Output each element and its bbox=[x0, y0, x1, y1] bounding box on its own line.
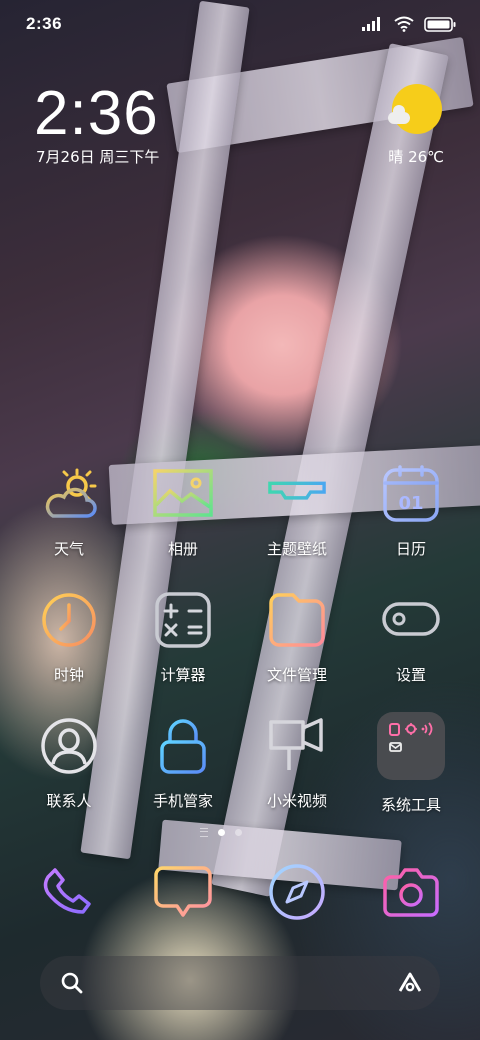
status-bar: 2:36 bbox=[0, 0, 480, 50]
app-label: 日历 bbox=[395, 540, 426, 558]
app-contacts[interactable]: 联系人 bbox=[12, 714, 126, 824]
app-gallery[interactable]: 相册 bbox=[126, 462, 240, 572]
app-label: 手机管家 bbox=[152, 792, 213, 810]
dock-phone[interactable] bbox=[12, 860, 126, 930]
contacts-icon bbox=[39, 716, 99, 776]
dock-camera[interactable] bbox=[354, 860, 468, 930]
calculator-icon bbox=[153, 590, 213, 650]
clock-icon bbox=[39, 590, 99, 650]
app-label: 设置 bbox=[395, 666, 426, 684]
themes-icon bbox=[267, 464, 327, 524]
status-icons bbox=[362, 16, 456, 32]
app-security[interactable]: 手机管家 bbox=[126, 714, 240, 824]
phone-icon bbox=[39, 862, 99, 922]
dock-messages[interactable] bbox=[126, 860, 240, 930]
app-label: 文件管理 bbox=[266, 666, 327, 684]
app-calculator[interactable]: 计算器 bbox=[126, 588, 240, 698]
app-label: 相册 bbox=[167, 540, 198, 558]
search-bar[interactable] bbox=[40, 956, 440, 1010]
app-label: 主题壁纸 bbox=[266, 540, 327, 558]
app-calendar[interactable]: 01 日历 bbox=[354, 462, 468, 572]
messages-icon bbox=[153, 862, 213, 922]
assistant-icon[interactable] bbox=[396, 970, 424, 994]
camera-icon bbox=[381, 862, 441, 922]
system-tools-folder-icon bbox=[377, 712, 445, 780]
calendar-day: 01 bbox=[398, 493, 423, 514]
page-dot-active bbox=[218, 829, 225, 836]
app-themes[interactable]: 主题壁纸 bbox=[240, 462, 354, 572]
wifi-icon bbox=[394, 16, 414, 32]
cloud-shape bbox=[388, 105, 410, 124]
app-label: 天气 bbox=[53, 540, 84, 558]
page-indicator[interactable] bbox=[200, 828, 242, 837]
battery-icon bbox=[424, 16, 456, 32]
weather-icon bbox=[39, 464, 99, 524]
app-label: 小米视频 bbox=[266, 792, 327, 810]
status-time: 2:36 bbox=[26, 14, 63, 33]
app-label: 系统工具 bbox=[380, 796, 441, 814]
dock-browser[interactable] bbox=[240, 860, 354, 930]
page-dot bbox=[235, 829, 242, 836]
app-weather[interactable]: 天气 bbox=[12, 462, 126, 572]
lockscreen-clock[interactable]: 2:36 bbox=[34, 78, 159, 149]
weather-label: 晴 26℃ bbox=[388, 148, 444, 166]
search-icon[interactable] bbox=[60, 971, 84, 995]
app-label: 时钟 bbox=[53, 666, 84, 684]
app-settings[interactable]: 设置 bbox=[354, 588, 468, 698]
folder-icon bbox=[267, 590, 327, 650]
browser-compass-icon bbox=[267, 862, 327, 922]
app-clock[interactable]: 时钟 bbox=[12, 588, 126, 698]
app-file-manager[interactable]: 文件管理 bbox=[240, 588, 354, 698]
page-list-icon bbox=[200, 828, 208, 837]
signal-icon bbox=[362, 17, 380, 31]
security-lock-icon bbox=[153, 716, 213, 776]
date-label: 7月26日 周三下午 bbox=[36, 148, 160, 166]
app-label: 计算器 bbox=[160, 666, 206, 684]
video-camera-icon bbox=[267, 716, 327, 776]
app-system-tools-folder[interactable]: 系统工具 bbox=[354, 712, 468, 824]
gallery-icon bbox=[153, 464, 213, 524]
app-label: 联系人 bbox=[46, 792, 92, 810]
calendar-icon: 01 bbox=[381, 464, 441, 524]
settings-toggle-icon bbox=[381, 590, 441, 650]
app-mi-video[interactable]: 小米视频 bbox=[240, 714, 354, 824]
dock bbox=[12, 860, 468, 930]
